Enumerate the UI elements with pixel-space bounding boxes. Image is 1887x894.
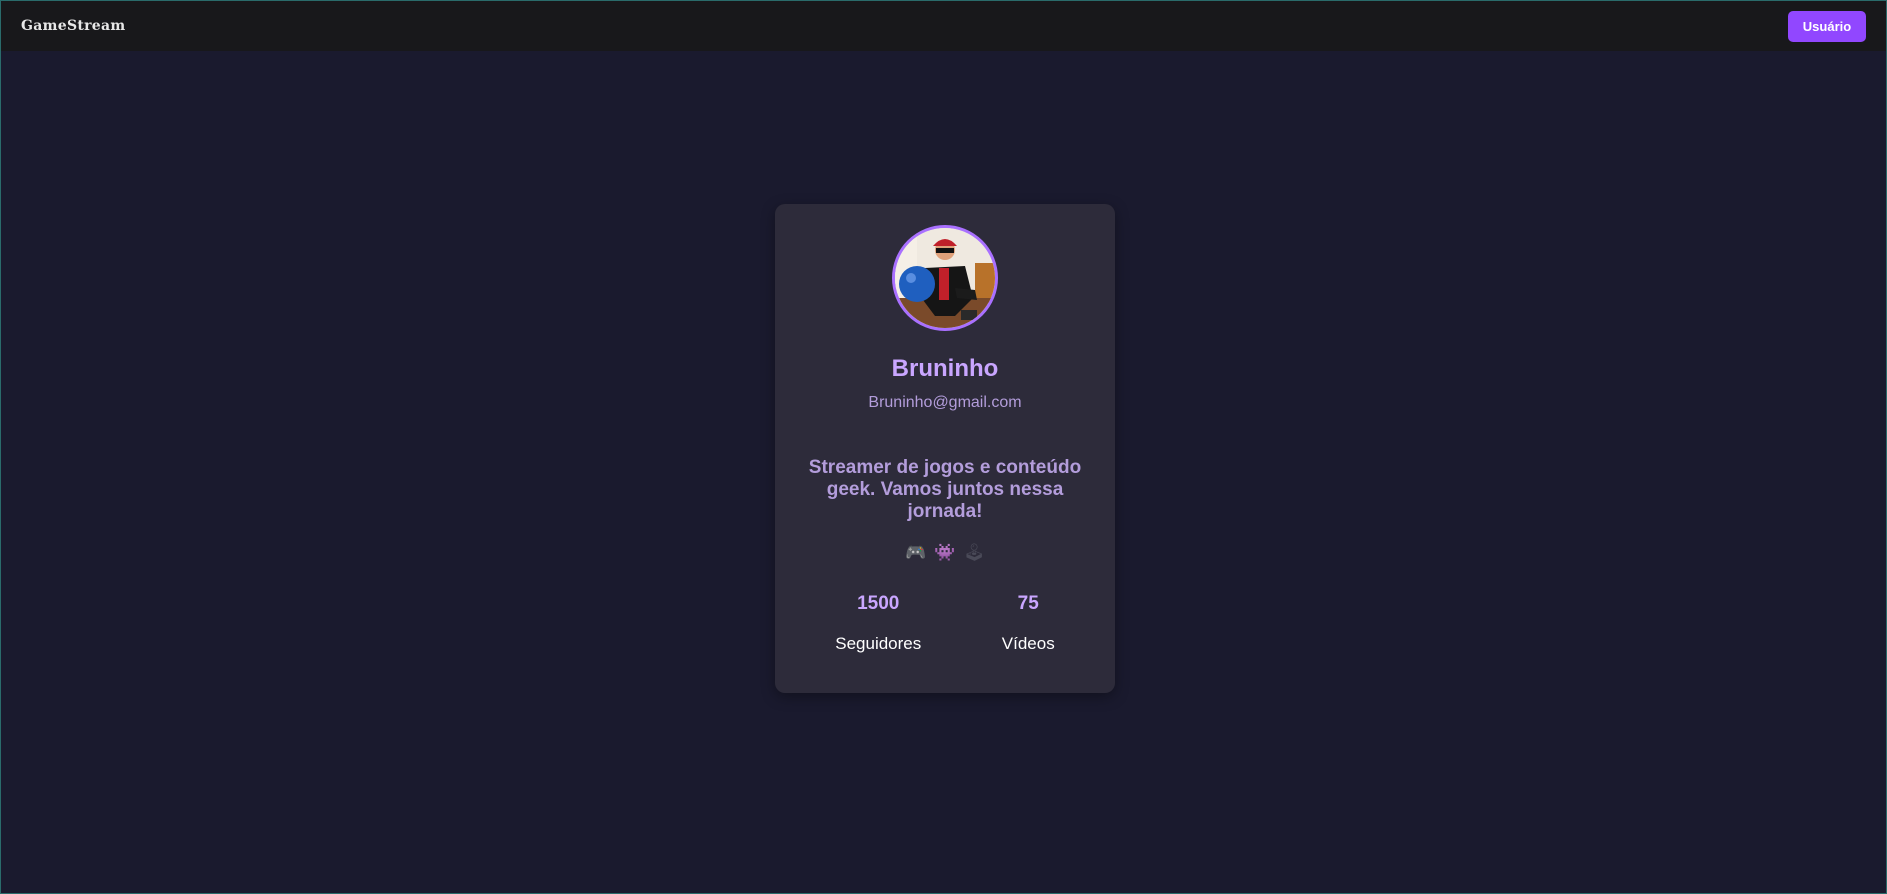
profile-stats: 1500 Seguidores 75 Vídeos — [795, 593, 1095, 654]
game-controller-icon: 🎮 — [905, 543, 927, 563]
avatar — [892, 225, 998, 331]
profile-name: Bruninho — [891, 355, 999, 382]
stat-videos: 75 Vídeos — [1002, 593, 1055, 654]
navbar: GameStream Usuário — [1, 1, 1886, 51]
emoji-row: 🎮 👾 🕹 — [905, 543, 985, 563]
followers-label: Seguidores — [835, 634, 922, 653]
avatar-photo — [895, 228, 995, 328]
joystick-icon: 🕹 — [963, 543, 985, 563]
profile-email: Bruninho@gmail.com — [868, 394, 1022, 411]
brand-logo[interactable]: GameStream — [21, 18, 126, 34]
stat-followers: 1500 Seguidores — [835, 593, 921, 654]
app-frame: GameStream Usuário Bruninho Bruninho@gma… — [0, 0, 1887, 894]
videos-label: Vídeos — [1001, 634, 1055, 653]
followers-count: 1500 — [857, 593, 900, 614]
profile-card: Bruninho Bruninho@gmail.com Streamer de … — [775, 204, 1115, 693]
videos-count: 75 — [1017, 593, 1039, 614]
alien-monster-icon: 👾 — [934, 543, 956, 563]
user-button[interactable]: Usuário — [1788, 10, 1866, 42]
profile-bio: Streamer de jogos e conteúdo geek. Vamos… — [808, 457, 1082, 522]
